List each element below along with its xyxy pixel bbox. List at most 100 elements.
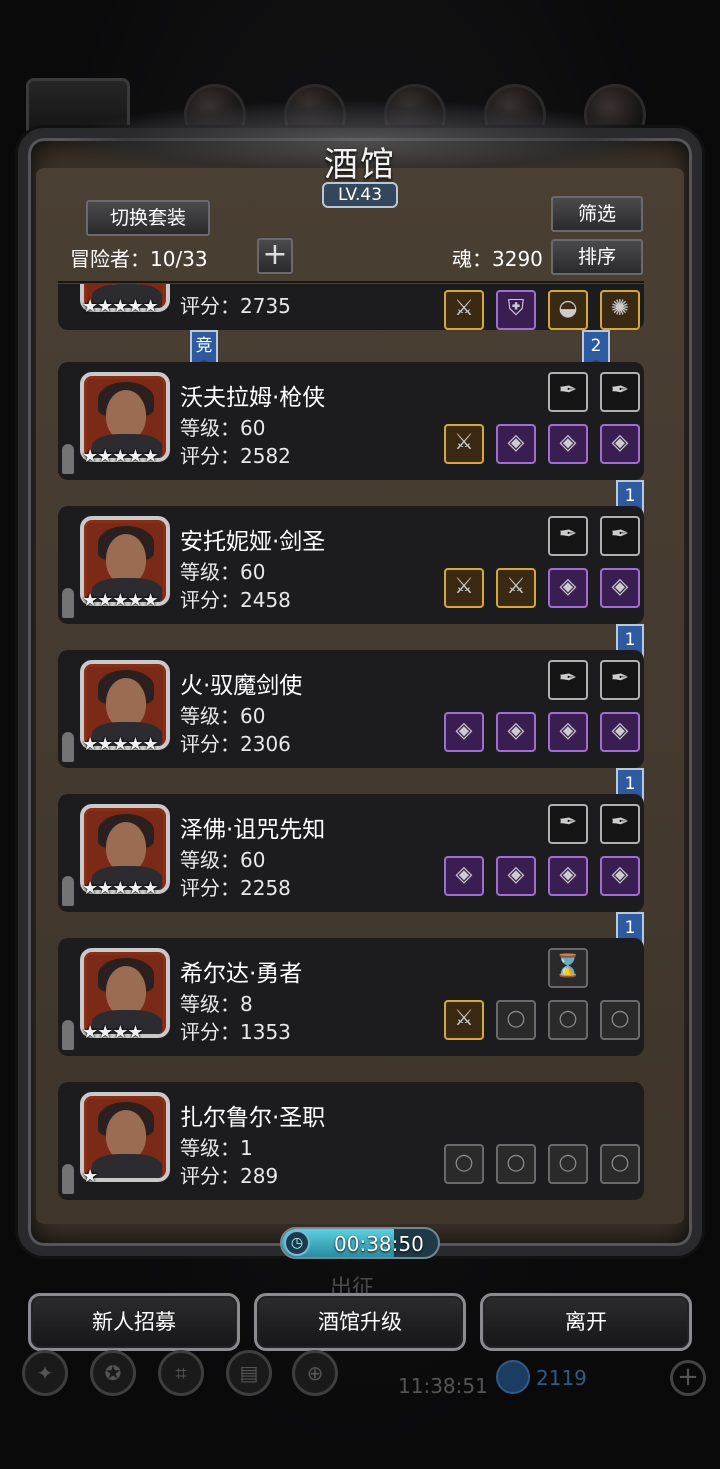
star-rating: ★★★★★ — [82, 296, 159, 317]
hero-score: 评分：2258 — [180, 876, 291, 900]
soul-count: 魂：3290 — [452, 247, 543, 271]
accessory-slot-icon[interactable]: ✒ — [548, 516, 588, 556]
accessory-slot-icon[interactable]: ✒ — [548, 660, 588, 700]
hero-name: 希尔达·勇者 — [180, 961, 303, 987]
hero-level: 等级：60 — [180, 416, 266, 440]
equipment-slot-icon[interactable]: ◈ — [548, 856, 588, 896]
dock-pentagram-icon[interactable]: ✪ — [90, 1350, 136, 1396]
equipment-slot-icon[interactable]: ◈ — [496, 856, 536, 896]
gem-count: 2119 — [536, 1366, 587, 1390]
equipment-slot-icon[interactable]: ◈ — [600, 712, 640, 752]
armor-slot-icon[interactable]: ⛨ — [496, 290, 536, 330]
accessory-slot-icon[interactable]: ✒ — [600, 660, 640, 700]
equipment-slot-icon[interactable]: ◈ — [600, 424, 640, 464]
hero-name: 安托妮娅·剑圣 — [180, 529, 326, 555]
equipment-slot-icon[interactable]: ◈ — [600, 856, 640, 896]
star-rating: ★★★★★ — [82, 590, 159, 611]
equipment-slot-icon[interactable]: ◈ — [496, 712, 536, 752]
equipment-slot-icon[interactable]: ◈ — [548, 424, 588, 464]
equipment-slot-icon[interactable]: ◈ — [444, 712, 484, 752]
adventurer-count: 冒险者：10/33 — [70, 247, 208, 271]
hero-card-partial[interactable]: ★★★★★ 评分：2735 ⚔ ⛨ ◒ ✺ — [58, 284, 644, 330]
equipment-slot-icon[interactable]: ○ — [548, 1144, 588, 1184]
hero-score: 评分：2306 — [180, 732, 291, 756]
hero-name: 沃夫拉姆·枪侠 — [180, 385, 326, 411]
add-gems-button[interactable]: + — [670, 1360, 706, 1396]
accessory-slot-icon[interactable]: ✒ — [548, 804, 588, 844]
star-rating: ★ — [82, 1166, 98, 1187]
statue-icon — [62, 1020, 74, 1050]
hero-score: 评分：289 — [180, 1164, 279, 1188]
tavern-timer: ◷ 00:38:50 — [280, 1227, 440, 1259]
equipment-slot-icon[interactable]: ○ — [496, 1000, 536, 1040]
hero-name: 扎尔鲁尔·圣职 — [180, 1105, 326, 1131]
equipment-slot-icon[interactable]: ⚔ — [444, 568, 484, 608]
equipment-slot-icon[interactable]: ⚔ — [444, 1000, 484, 1040]
accessory-slot-icon[interactable]: ✒ — [600, 804, 640, 844]
hero-level: 等级：60 — [180, 704, 266, 728]
gem-icon — [496, 1360, 530, 1394]
accessory-slot-icon[interactable]: ⌛ — [548, 948, 588, 988]
leave-button[interactable]: 离开 — [480, 1293, 692, 1351]
equipment-slot-icon[interactable]: ◈ — [444, 856, 484, 896]
hero-card[interactable]: ★★★★★ 沃夫拉姆·枪侠 等级：60 评分：2582 ✒ ✒ ⚔ ◈ ◈ ◈ — [58, 362, 644, 480]
equipment-slot-icon[interactable]: ◈ — [600, 568, 640, 608]
star-rating: ★★★★★ — [82, 878, 159, 899]
hero-level: 等级：8 — [180, 992, 253, 1016]
helmet-slot-icon[interactable]: ◒ — [548, 290, 588, 330]
accessory-slot-icon[interactable]: ✒ — [600, 372, 640, 412]
rune-slot-icon[interactable]: ✺ — [600, 290, 640, 330]
sort-button[interactable]: 排序 — [551, 239, 643, 275]
hero-name: 泽佛·诅咒先知 — [180, 817, 326, 843]
equipment-slot-icon[interactable]: ○ — [600, 1144, 640, 1184]
add-slot-button[interactable]: + — [257, 238, 293, 274]
equipment-slot-icon[interactable]: ⚔ — [496, 568, 536, 608]
hero-card[interactable]: ★★★★★ 泽佛·诅咒先知 等级：60 评分：2258 ✒ ✒ ◈ ◈ ◈ ◈ — [58, 794, 644, 912]
timer-text: 00:38:50 — [334, 1232, 424, 1256]
weapon-slot-icon[interactable]: ⚔ — [444, 290, 484, 330]
statue-icon — [62, 732, 74, 762]
equipment-slot-icon[interactable]: ◈ — [496, 424, 536, 464]
divider — [58, 281, 644, 283]
star-rating: ★★★★ — [82, 1022, 144, 1043]
dock-settings-icon[interactable]: ✦ — [22, 1350, 68, 1396]
hero-list[interactable]: ★★★★★ 评分：2735 ⚔ ⛨ ◒ ✺ 竞 2 ★★★★★ 沃夫拉姆·枪侠 等级… — [58, 284, 644, 1210]
dock-map-icon[interactable]: ⌗ — [158, 1350, 204, 1396]
dock-rune-icon[interactable]: ⊕ — [292, 1350, 338, 1396]
statue-icon — [62, 444, 74, 474]
equipment-slot-icon[interactable]: ○ — [600, 1000, 640, 1040]
equipment-slot-icon[interactable]: ○ — [444, 1144, 484, 1184]
filter-button[interactable]: 筛选 — [551, 196, 643, 232]
hero-score: 评分：2735 — [180, 294, 291, 318]
hero-name: 火·驭魔剑使 — [180, 673, 303, 699]
hero-card[interactable]: ★★★★★ 安托妮娅·剑圣 等级：60 评分：2458 ✒ ✒ ⚔ ⚔ ◈ ◈ — [58, 506, 644, 624]
hero-card[interactable]: ★ 扎尔鲁尔·圣职 等级：1 评分：289 ○ ○ ○ ○ — [58, 1082, 644, 1200]
accessory-slot-icon[interactable]: ✒ — [600, 516, 640, 556]
recruit-button[interactable]: 新人招募 — [28, 1293, 240, 1351]
upgrade-tavern-button[interactable]: 酒馆升级 — [254, 1293, 466, 1351]
star-rating: ★★★★★ — [82, 734, 159, 755]
tavern-level-badge: LV.43 — [322, 182, 398, 208]
dock-clock: 11:38:51 — [398, 1374, 488, 1398]
equipment-slot-icon[interactable]: ⚔ — [444, 424, 484, 464]
star-rating: ★★★★★ — [82, 446, 159, 467]
hero-level: 等级：1 — [180, 1136, 253, 1160]
equipment-slot-icon[interactable]: ◈ — [548, 712, 588, 752]
statue-icon — [62, 1164, 74, 1194]
statue-icon — [62, 588, 74, 618]
hero-score: 评分：2458 — [180, 588, 291, 612]
page-title: 酒馆 — [324, 145, 396, 185]
switch-outfit-button[interactable]: 切换套装 — [86, 200, 210, 236]
statue-icon — [62, 876, 74, 906]
dock-book-icon[interactable]: ▤ — [226, 1350, 272, 1396]
accessory-slot-icon[interactable]: ✒ — [548, 372, 588, 412]
equipment-slot-icon[interactable]: ○ — [548, 1000, 588, 1040]
hero-level: 等级：60 — [180, 848, 266, 872]
hero-level: 等级：60 — [180, 560, 266, 584]
hero-card[interactable]: ★★★★ 希尔达·勇者 等级：8 评分：1353 ⌛ ⚔ ○ ○ ○ — [58, 938, 644, 1056]
equipment-slot-icon[interactable]: ○ — [496, 1144, 536, 1184]
hero-card[interactable]: ★★★★★ 火·驭魔剑使 等级：60 评分：2306 ✒ ✒ ◈ ◈ ◈ ◈ — [58, 650, 644, 768]
hero-score: 评分：2582 — [180, 444, 291, 468]
hero-score: 评分：1353 — [180, 1020, 291, 1044]
equipment-slot-icon[interactable]: ◈ — [548, 568, 588, 608]
